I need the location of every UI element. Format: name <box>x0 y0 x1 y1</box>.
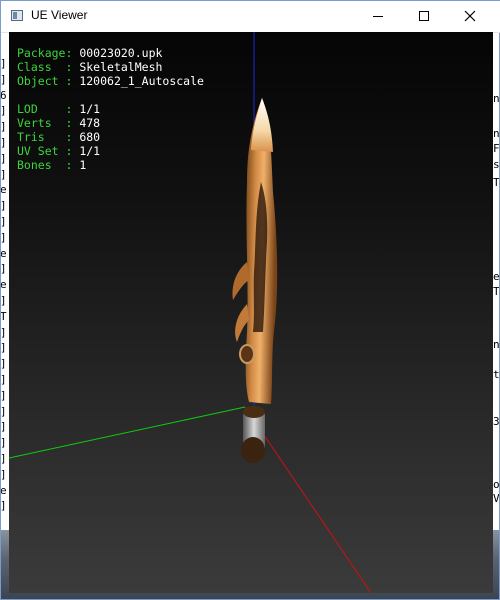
bones-value: 1 <box>79 158 87 172</box>
package-row: Package: 00023020.upk <box>17 46 204 60</box>
close-icon <box>464 10 476 22</box>
class-value: SkeletalMesh <box>79 60 163 74</box>
maximize-icon <box>419 11 429 21</box>
y-axis-line <box>9 406 246 459</box>
bones-label: Bones : <box>17 158 73 172</box>
guard-jewel <box>239 344 255 364</box>
verts-value: 478 <box>79 116 101 130</box>
uvset-row: UV Set : 1/1 <box>17 144 204 158</box>
title-bar[interactable]: UE Viewer <box>1 1 500 33</box>
package-value: 00023020.upk <box>79 46 163 60</box>
maximize-button[interactable] <box>401 1 447 31</box>
uvset-value: 1/1 <box>79 144 101 158</box>
lod-label: LOD : <box>17 102 73 116</box>
minimize-button[interactable] <box>355 1 401 31</box>
uvset-label: UV Set : <box>17 144 73 158</box>
object-label: Object : <box>17 74 73 88</box>
package-label: Package: <box>17 46 73 60</box>
tris-value: 680 <box>79 130 101 144</box>
class-row: Class : SkeletalMesh <box>17 60 204 74</box>
window-title: UE Viewer <box>31 8 88 22</box>
mesh-info-overlay: Package: 00023020.upk Class : SkeletalMe… <box>17 46 204 172</box>
class-label: Class : <box>17 60 73 74</box>
hilt-collar <box>243 406 265 418</box>
app-window-icon[interactable] <box>11 10 23 21</box>
bones-row: Bones : 1 <box>17 158 204 172</box>
verts-row: Verts : 478 <box>17 116 204 130</box>
blade-spike-upper <box>232 262 249 300</box>
object-row: Object : 120062_1_Autoscale <box>17 74 204 88</box>
lod-value: 1/1 <box>79 102 101 116</box>
ue-viewer-window: UE Viewer Package: 00023020.upk Class: … <box>0 0 500 600</box>
lod-row: LOD : 1/1 <box>17 102 204 116</box>
verts-label: Verts : <box>17 116 73 130</box>
object-value: 120062_1_Autoscale <box>79 74 204 88</box>
close-button[interactable] <box>447 1 493 31</box>
tris-row: Tris : 680 <box>17 130 204 144</box>
tris-label: Tris : <box>17 130 73 144</box>
3d-viewport[interactable]: Package: 00023020.upk Class : SkeletalMe… <box>9 32 493 593</box>
hilt-pommel <box>241 437 265 463</box>
minimize-icon <box>373 15 383 17</box>
